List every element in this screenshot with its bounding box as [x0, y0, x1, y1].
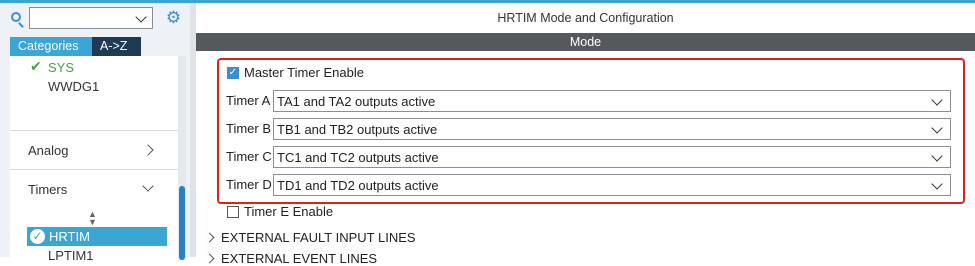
select-value: TD1 and TD2 outputs active: [277, 178, 439, 193]
select-value: TA1 and TA2 outputs active: [277, 94, 436, 109]
check-icon: ✔: [30, 58, 42, 74]
tree-item-wwdg1[interactable]: WWDG1: [48, 79, 99, 94]
category-timers[interactable]: Timers: [10, 169, 178, 203]
tree-item-label: HRTIM: [49, 229, 90, 244]
expander-external-fault-input-lines[interactable]: EXTERNAL FAULT INPUT LINES: [204, 230, 416, 245]
chevron-right-icon: [204, 232, 215, 243]
timer-b-label: Timer B: [226, 121, 272, 136]
category-analog[interactable]: Analog: [10, 130, 178, 164]
page-title: HRTIM Mode and Configuration: [196, 3, 975, 33]
timer-c-select[interactable]: TC1 and TC2 outputs active: [273, 146, 951, 168]
expander-external-event-lines[interactable]: EXTERNAL EVENT LINES: [204, 251, 378, 266]
timer-a-label: Timer A: [226, 93, 271, 108]
search-icon[interactable]: [11, 12, 21, 22]
chevron-down-icon: [931, 178, 943, 190]
timer-d-label: Timer D: [226, 177, 272, 192]
category-label: Timers: [28, 182, 68, 197]
scrollbar-thumb[interactable]: [179, 186, 185, 260]
section-header-mode: Mode: [196, 33, 975, 51]
timer-c-label: Timer C: [226, 149, 272, 164]
sort-icon[interactable]: ▲ ▼: [88, 210, 97, 227]
expander-label: EXTERNAL EVENT LINES: [221, 251, 378, 266]
tab-a-to-z[interactable]: A->Z: [92, 37, 141, 56]
left-panel: ⚙ Categories A->Z ✔ SYS WWDG1 Analog Tim…: [0, 3, 190, 260]
component-tree: ✔ SYS WWDG1 Analog Timers ▲ ▼ ✓ HRTIM LPT…: [10, 56, 178, 260]
check-circle-icon: ✓: [30, 229, 45, 244]
search-combobox[interactable]: [29, 7, 153, 29]
timer-d-select[interactable]: TD1 and TD2 outputs active: [273, 174, 951, 196]
timer-b-select[interactable]: TB1 and TB2 outputs active: [273, 118, 951, 140]
chevron-down-icon[interactable]: [135, 11, 147, 23]
category-label: Analog: [28, 143, 69, 158]
tree-item-hrtim[interactable]: ✓ HRTIM: [27, 227, 167, 246]
chevron-down-icon: [931, 94, 943, 106]
chevron-right-icon: [142, 144, 154, 156]
chevron-down-icon: [142, 180, 154, 192]
timer-a-select[interactable]: TA1 and TA2 outputs active: [273, 90, 951, 112]
timer-e-checkbox[interactable]: [227, 206, 239, 218]
tree-scrollbar[interactable]: [178, 56, 186, 260]
select-value: TB1 and TB2 outputs active: [277, 122, 438, 137]
tree-item-lptim1[interactable]: LPTIM1: [48, 248, 94, 260]
expander-label: EXTERNAL FAULT INPUT LINES: [221, 230, 416, 245]
master-timer-label: Master Timer Enable: [244, 65, 364, 80]
chevron-down-icon: [931, 122, 943, 134]
timer-e-label: Timer E Enable: [244, 204, 334, 219]
chevron-down-icon: [931, 150, 943, 162]
gear-icon[interactable]: ⚙: [165, 9, 182, 26]
master-timer-checkbox[interactable]: ✓: [227, 67, 239, 79]
chevron-right-icon: [204, 253, 215, 264]
tab-categories[interactable]: Categories: [10, 37, 92, 56]
tab-bar: Categories A->Z: [10, 37, 141, 56]
search-input[interactable]: [32, 9, 132, 27]
tree-item-sys[interactable]: SYS: [48, 60, 74, 75]
select-value: TC1 and TC2 outputs active: [277, 150, 439, 165]
